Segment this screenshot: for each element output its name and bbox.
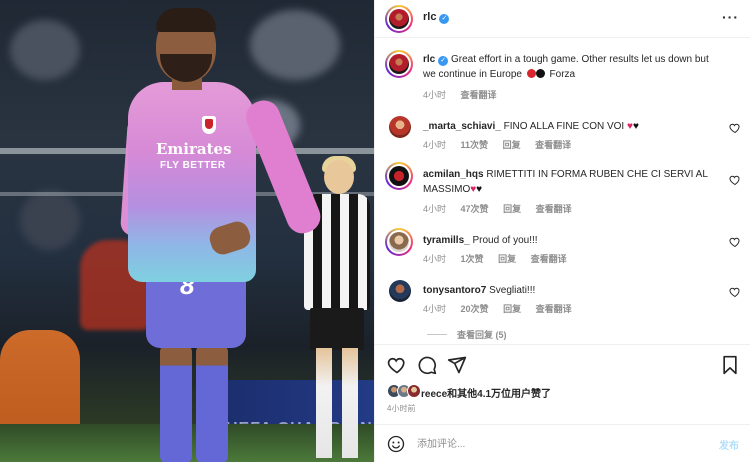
translate-link[interactable]: 查看翻译 bbox=[531, 254, 567, 264]
caption-time: 4小时 bbox=[423, 90, 447, 100]
smiley-icon[interactable] bbox=[387, 435, 405, 453]
comment-text: _marta_schiavi_ FINO ALLA FINE CON VOI ♥… bbox=[423, 119, 723, 134]
caption-username[interactable]: rlc bbox=[423, 54, 435, 65]
black-heart-emoji-icon: ♥ bbox=[476, 184, 483, 195]
comment-time: 4小时 bbox=[423, 304, 447, 314]
reply-link[interactable]: 回复 bbox=[503, 204, 521, 214]
post-photo[interactable]: UEFA CHAMPIONS L 8 Emirates bbox=[0, 0, 374, 462]
avatar[interactable] bbox=[389, 232, 409, 252]
add-comment-bar: 发布 bbox=[375, 424, 750, 462]
comment-likes-count[interactable]: 1次赞 bbox=[461, 254, 484, 264]
black-heart-emoji-icon: ♥ bbox=[632, 121, 639, 132]
likes-summary[interactable]: reece和其他4.1万位用户赞了 bbox=[387, 384, 747, 400]
post-header: rlc ✓ ··· bbox=[375, 0, 750, 38]
comment-body: Proud of you!!! bbox=[472, 235, 538, 246]
comment-username[interactable]: _marta_schiavi_ bbox=[423, 121, 501, 132]
comment-likes-count[interactable]: 47次赞 bbox=[461, 204, 489, 214]
translate-link[interactable]: 查看翻译 bbox=[535, 140, 571, 150]
avatar[interactable] bbox=[389, 280, 411, 302]
comment-time: 4小时 bbox=[423, 204, 447, 214]
likes-summary-text[interactable]: reece和其他4.1万位用户赞了 bbox=[421, 385, 551, 400]
jersey-sponsor: Emirates bbox=[156, 140, 232, 158]
liker-avatar bbox=[407, 384, 421, 398]
comment-text: tyramills_ Proud of you!!! bbox=[423, 233, 723, 248]
comment-like-heart-icon[interactable] bbox=[729, 236, 741, 248]
comment-meta: 4小时 11次赞 回复 查看翻译 bbox=[423, 138, 583, 151]
comment-icon[interactable] bbox=[417, 355, 437, 375]
avatar[interactable] bbox=[389, 116, 411, 138]
verified-badge-icon: ✓ bbox=[438, 56, 449, 66]
verified-badge-icon: ✓ bbox=[439, 14, 450, 24]
reply-link[interactable]: 回复 bbox=[498, 254, 516, 264]
post-actions-bar bbox=[375, 344, 750, 384]
comment-likes-count[interactable]: 20次赞 bbox=[461, 304, 489, 314]
comment-like-heart-icon[interactable] bbox=[729, 174, 741, 186]
view-replies-label[interactable]: 查看回复 (5) bbox=[457, 330, 507, 340]
translate-link[interactable]: 查看翻译 bbox=[461, 90, 497, 100]
comments-list[interactable]: rlc ✓ Great effort in a tough game. Other… bbox=[375, 38, 750, 344]
more-options-icon[interactable]: ··· bbox=[722, 9, 739, 25]
crowd-background bbox=[20, 190, 80, 250]
post-author-name[interactable]: rlc ✓ bbox=[423, 11, 450, 24]
view-replies-link[interactable]: 查看回复 (5) bbox=[427, 328, 507, 341]
comment-time: 4小时 bbox=[423, 254, 447, 264]
reply-link[interactable]: 回复 bbox=[503, 304, 521, 314]
bookmark-icon[interactable] bbox=[721, 355, 739, 375]
caption-meta: 4小时 查看翻译 bbox=[423, 88, 509, 101]
comment-meta: 4小时 20次赞 回复 查看翻译 bbox=[423, 302, 584, 315]
comment-like-heart-icon[interactable] bbox=[729, 286, 741, 298]
crowd-background bbox=[10, 20, 80, 80]
caption-text: rlc ✓ Great effort in a tough game. Other… bbox=[423, 52, 723, 82]
send-icon[interactable] bbox=[447, 355, 467, 375]
heart-icon[interactable] bbox=[387, 355, 407, 375]
avatar[interactable] bbox=[389, 9, 409, 29]
comment-body: Svegliati!!! bbox=[489, 285, 536, 296]
black-circle-emoji-icon bbox=[535, 69, 545, 78]
comment-input[interactable] bbox=[417, 435, 677, 453]
post-side-panel: rlc ✓ ··· rlc ✓ Great effort in a tough ga… bbox=[374, 0, 750, 462]
translate-link[interactable]: 查看翻译 bbox=[536, 304, 572, 314]
comment-text: acmilan_hqs RIMETTITI IN FORMA RUBEN CHE… bbox=[423, 167, 723, 197]
avatar[interactable] bbox=[389, 54, 409, 74]
translate-link[interactable]: 查看翻译 bbox=[536, 204, 572, 214]
comment-username[interactable]: acmilan_hqs bbox=[423, 169, 484, 180]
comment-meta: 4小时 1次赞 回复 查看翻译 bbox=[423, 252, 579, 265]
jersey-sponsor-tagline: FLY BETTER bbox=[160, 160, 226, 171]
caption-body-end: Forza bbox=[549, 69, 576, 80]
featured-player: 8 Emirates FLY BETTER bbox=[119, 6, 326, 462]
avatar[interactable] bbox=[389, 166, 409, 186]
comment-body: FINO ALLA FINE CON VOI bbox=[503, 121, 625, 132]
instagram-post: UEFA CHAMPIONS L 8 Emirates bbox=[0, 0, 750, 462]
comment-meta: 4小时 47次赞 回复 查看翻译 bbox=[423, 202, 584, 215]
comment-likes-count[interactable]: 11次赞 bbox=[461, 140, 489, 150]
player-jersey bbox=[128, 82, 256, 282]
comment-username[interactable]: tonysantoro7 bbox=[423, 285, 486, 296]
comment-like-heart-icon[interactable] bbox=[729, 122, 741, 134]
comment-text: tonysantoro7 Svegliati!!! bbox=[423, 283, 723, 298]
replies-divider bbox=[427, 334, 447, 335]
post-timestamp: 4小时前 bbox=[387, 404, 416, 413]
reply-link[interactable]: 回复 bbox=[503, 140, 521, 150]
comment-username[interactable]: tyramills_ bbox=[423, 235, 470, 246]
red-circle-emoji-icon bbox=[526, 69, 536, 78]
post-author-username[interactable]: rlc bbox=[423, 11, 436, 23]
comment-time: 4小时 bbox=[423, 140, 447, 150]
post-comment-button[interactable]: 发布 bbox=[719, 437, 739, 452]
